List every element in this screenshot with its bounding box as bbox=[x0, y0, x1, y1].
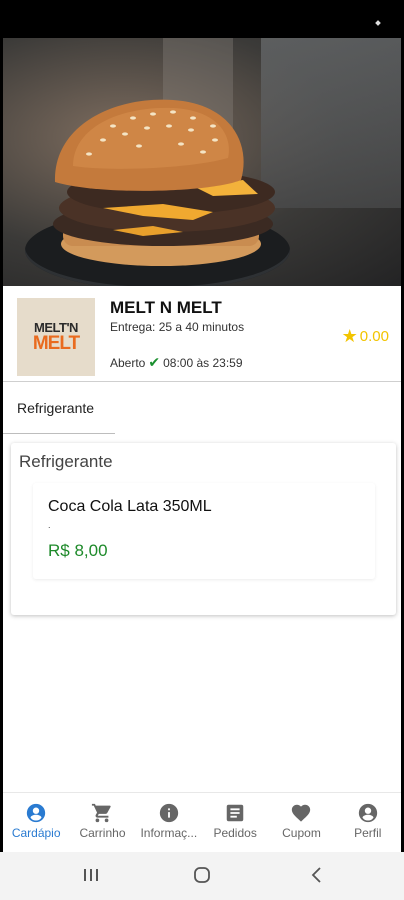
category-section: Refrigerante Coca Cola Lata 350ML . R$ 8… bbox=[11, 443, 396, 615]
nav-informacoes[interactable]: Informaç... bbox=[136, 793, 202, 852]
nav-label: Carrinho bbox=[79, 826, 126, 840]
account-circle-icon bbox=[26, 803, 46, 823]
restaurant-info: MELT'N MELT MELT N MELT Entrega: 25 a 40… bbox=[3, 286, 401, 382]
signal-icon bbox=[375, 20, 381, 26]
tab-refrigerante[interactable]: Refrigerante bbox=[3, 388, 115, 434]
nav-label: Perfil bbox=[354, 826, 382, 840]
product-card[interactable]: Coca Cola Lata 350ML . R$ 8,00 bbox=[33, 483, 375, 579]
system-nav-bar bbox=[0, 852, 404, 900]
home-icon[interactable] bbox=[193, 866, 211, 884]
orders-icon bbox=[226, 804, 244, 822]
back-icon[interactable] bbox=[308, 866, 326, 884]
nav-label: Cardápio bbox=[11, 826, 61, 840]
nav-carrinho[interactable]: Carrinho bbox=[69, 793, 135, 852]
restaurant-logo: MELT'N MELT bbox=[17, 298, 95, 376]
rating: ★ 0.00 bbox=[342, 326, 389, 347]
divider bbox=[3, 381, 401, 382]
hours-range: 08:00 às 23:59 bbox=[163, 355, 243, 370]
check-icon: ✔ bbox=[148, 354, 161, 370]
info-icon bbox=[159, 803, 178, 823]
nav-perfil[interactable]: Perfil bbox=[335, 793, 401, 852]
nav-pedidos[interactable]: Pedidos bbox=[202, 793, 268, 852]
opening-hours: Aberto ✔ 08:00 às 23:59 bbox=[110, 354, 243, 371]
status-bar bbox=[0, 0, 404, 38]
product-description: . bbox=[48, 520, 51, 530]
product-name: Coca Cola Lata 350ML bbox=[48, 498, 212, 515]
bottom-nav: Cardápio Carrinho Informaç... Pedidos Cu… bbox=[3, 792, 401, 852]
nav-cardapio[interactable]: Cardápio bbox=[3, 793, 69, 852]
open-status: Aberto bbox=[110, 355, 146, 370]
nav-label: Pedidos bbox=[213, 826, 257, 840]
burger-image bbox=[53, 99, 275, 266]
delivery-time: Entrega: 25 a 40 minutos bbox=[110, 320, 245, 334]
restaurant-name: MELT N MELT bbox=[110, 298, 222, 317]
nav-cupom[interactable]: Cupom bbox=[268, 793, 334, 852]
category-title: Refrigerante bbox=[19, 452, 113, 471]
app-screen: MELT'N MELT MELT N MELT Entrega: 25 a 40… bbox=[3, 38, 401, 852]
person-circle-icon bbox=[358, 803, 377, 823]
logo-line2: MELT bbox=[32, 333, 80, 354]
hero-image bbox=[3, 38, 401, 286]
cart-icon bbox=[92, 803, 112, 823]
rating-value: 0.00 bbox=[359, 328, 389, 345]
heart-icon bbox=[292, 804, 311, 822]
nav-label: Cupom bbox=[282, 826, 321, 840]
star-icon: ★ bbox=[341, 326, 358, 346]
nav-label: Informaç... bbox=[140, 826, 198, 840]
recent-apps-icon[interactable] bbox=[82, 866, 100, 884]
product-price: R$ 8,00 bbox=[48, 541, 108, 560]
